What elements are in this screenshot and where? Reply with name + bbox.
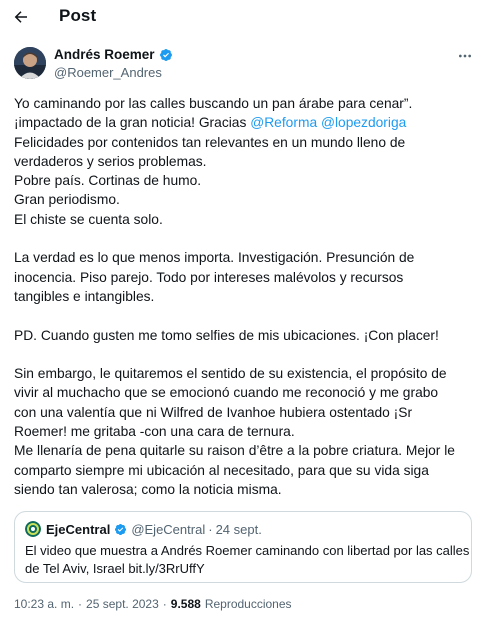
tweet-line-text: ¡impactado de la gran noticia! Gracias <box>14 115 251 131</box>
mention-link[interactable]: @lopezdoriga <box>321 115 406 130</box>
tweet-line: Me llenaría de pena quitarle su raison d… <box>14 443 455 459</box>
more-horizontal-icon <box>459 54 471 58</box>
arrow-left-icon <box>14 11 27 23</box>
quoted-tweet-time: 24 sept. <box>215 521 262 537</box>
tweet-line: verdaderos y serios problemas. <box>14 153 207 169</box>
author-handle[interactable]: @Roemer_Andres <box>54 65 162 80</box>
back-button[interactable] <box>10 6 32 28</box>
tweet-line: La verdad es lo que menos importa. Inves… <box>14 250 415 266</box>
tweet-line: con una valentía que ni Wilfred de Ivanh… <box>14 404 413 420</box>
more-options-button[interactable] <box>455 48 475 64</box>
view-count-label: Reproducciones <box>204 597 292 611</box>
verified-badge-icon <box>159 48 172 61</box>
top-bar: Post <box>0 0 489 34</box>
mention-link[interactable]: @Reforma <box>250 115 317 130</box>
avatar-image <box>14 47 46 79</box>
tweet-line: tangibles e intangibles. <box>14 288 155 304</box>
author-name-row: Andrés Roemer <box>54 47 173 62</box>
quoted-author-handle: @EjeCentral <box>131 521 206 537</box>
tweet-line: siendo tan valerosa; como la noticia mis… <box>14 481 282 497</box>
avatar[interactable] <box>14 47 46 79</box>
tweet-time[interactable]: 10:23 a. m. <box>14 597 74 611</box>
quoted-tweet-header: EjeCentral @EjeCentral · 24 sept. <box>25 520 461 538</box>
view-count: 9.588 <box>170 597 201 611</box>
tweet-line: El chiste se cuenta solo. <box>14 211 163 227</box>
tweet-line: Roemer! me gritaba -con una cara de tern… <box>14 424 295 440</box>
quoted-tweet-line: El video que muestra a Andrés Roemer cam… <box>25 543 470 558</box>
tweet-date[interactable]: 25 sept. 2023 <box>86 597 159 611</box>
tweet-text: Yo caminando por las calles buscando un … <box>14 94 480 499</box>
page-title: Post <box>59 6 97 25</box>
separator-dot: · <box>78 597 83 611</box>
quoted-tweet-line: de Tel Aviv, Israel bit.ly/3RrUffY <box>25 561 205 576</box>
quoted-author-name: EjeCentral <box>46 521 111 537</box>
separator-dot: · <box>208 521 213 537</box>
tweet-line: comparto siempre mi ubicación al necesit… <box>14 462 429 478</box>
tweet-line: Sin embargo, le quitaremos el sentido de… <box>14 366 447 382</box>
tweet-line: Gran periodismo. <box>14 192 120 208</box>
separator-dot: · <box>162 597 167 611</box>
ejecentral-logo-icon <box>25 521 41 537</box>
tweet-line: ¡impactado de la gran noticia! Gracias @… <box>14 113 480 132</box>
tweet-line: PD. Cuando gusten me tomo selfies de mis… <box>14 327 439 343</box>
tweet-line: vivir al muchacho que se emocionó cuando… <box>14 385 439 401</box>
tweet-line: Yo caminando por las calles buscando un … <box>14 96 413 111</box>
quoted-tweet-card[interactable]: EjeCentral @EjeCentral · 24 sept. El vid… <box>14 511 472 583</box>
tweet-line: Pobre país. Cortinas de humo. <box>14 173 202 189</box>
tweet-line: inocencia. Piso parejo. Todo por interes… <box>14 269 404 285</box>
verified-badge-icon <box>115 523 127 535</box>
author-name[interactable]: Andrés Roemer <box>54 47 155 62</box>
tweet-line: Felicidades por contenidos tan relevante… <box>14 134 406 150</box>
tweet-metadata: 10:23 a. m. · 25 sept. 2023 · 9.588 Repr… <box>14 597 292 611</box>
quoted-tweet-text: El video que muestra a Andrés Roemer cam… <box>25 542 470 578</box>
